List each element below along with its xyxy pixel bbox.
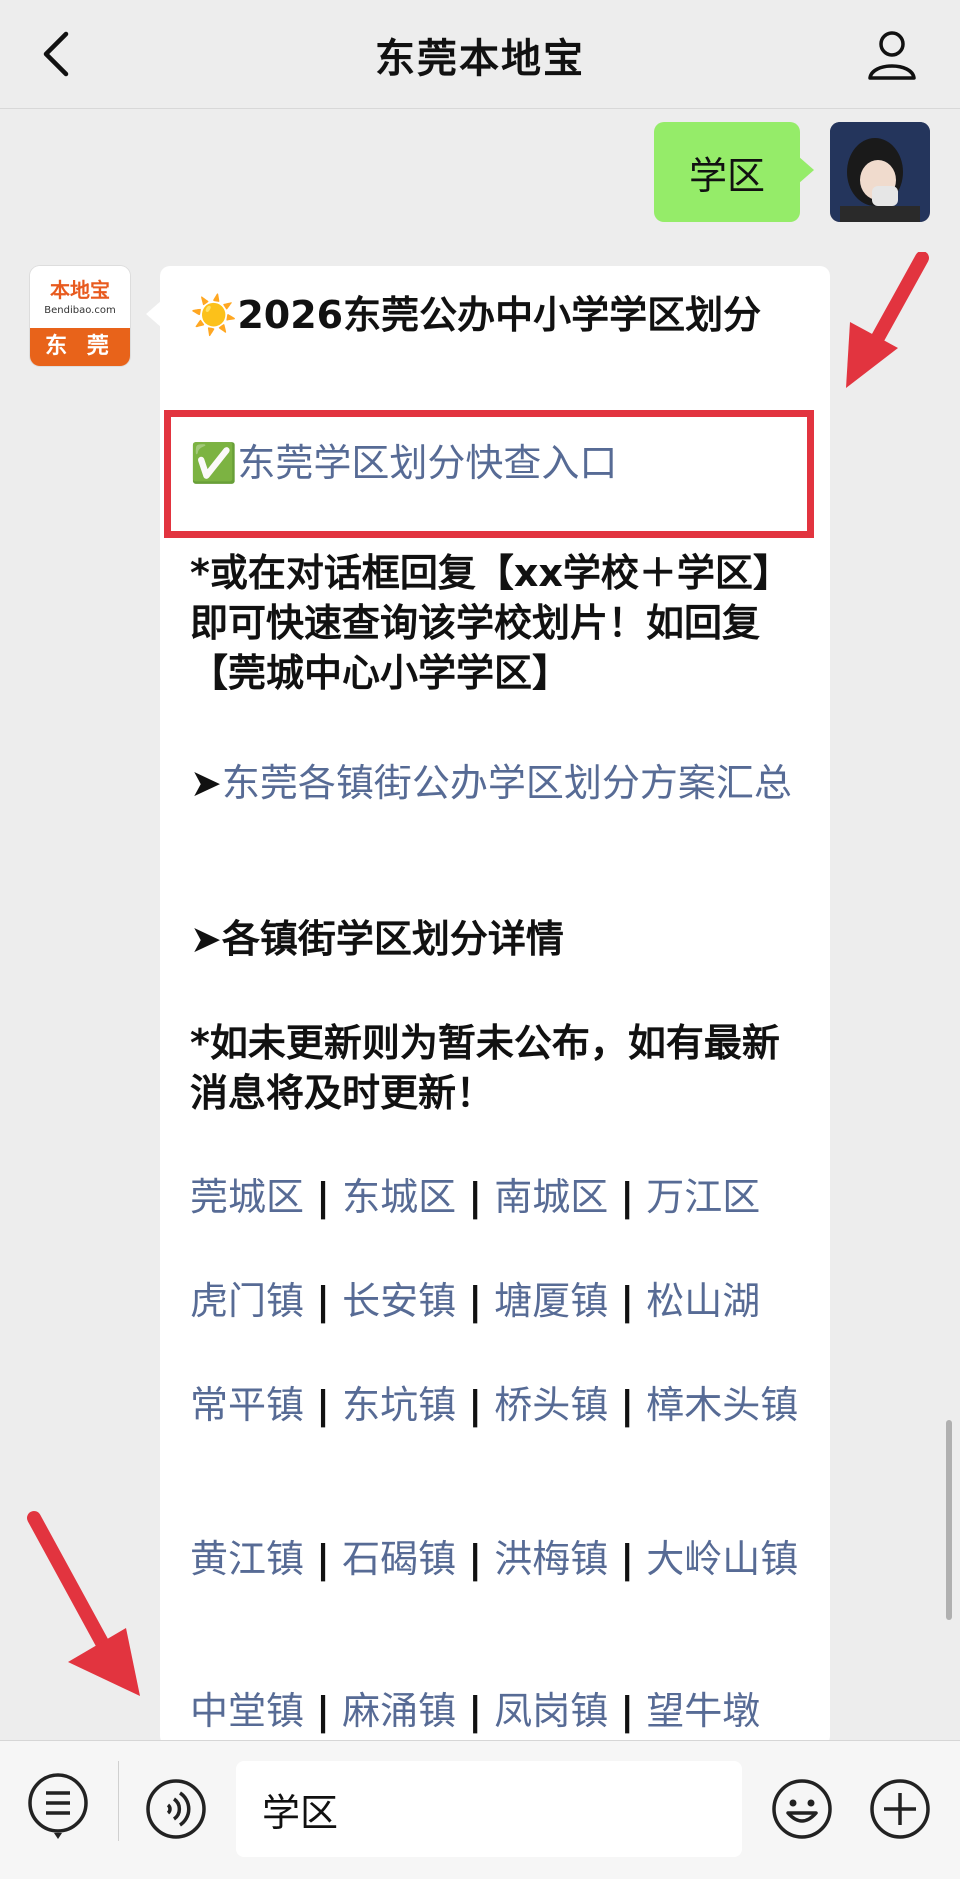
summary-row: ➤东莞各镇街公办学区划分方案汇总 [190, 758, 810, 808]
details-heading-row: ➤各镇街学区划分详情 [190, 914, 810, 964]
red-arrow-icon [846, 252, 929, 388]
area-row: 常平镇 | 东坑镇 | 桥头镇 | 樟木头镇 [190, 1380, 810, 1430]
input-bar: 学区 [0, 1740, 960, 1879]
separator: | [316, 1537, 330, 1581]
area-link[interactable]: 常平镇 [190, 1383, 304, 1427]
area-link[interactable]: 桥头镇 [494, 1383, 608, 1427]
avatar-logo-sub: Bendibao.com [44, 305, 116, 316]
area-link[interactable]: 东城区 [342, 1175, 456, 1219]
user-avatar[interactable] [830, 122, 930, 222]
arrow-bullet: ➤ [190, 761, 222, 805]
area-link[interactable]: 塘厦镇 [494, 1279, 608, 1323]
message-title: ☀️2026东莞公办中小学学区划分 [190, 290, 810, 340]
area-link[interactable]: 虎门镇 [190, 1279, 304, 1323]
avatar-city: 东 莞 [30, 328, 130, 366]
highlight-box [164, 410, 814, 538]
separator: | [620, 1175, 635, 1219]
arrow-bullet: ➤ [190, 917, 222, 961]
area-link[interactable]: 望牛墩 [646, 1689, 760, 1733]
message-title-text: 2026东莞公办中小学学区划分 [237, 293, 762, 337]
update-note: *如未更新则为暂未公布，如有最新消息将及时更新！ [190, 1021, 780, 1115]
emoji-icon[interactable] [770, 1777, 834, 1841]
separator: | [468, 1689, 483, 1733]
separator: | [316, 1279, 330, 1323]
user-avatar-photo [830, 122, 930, 222]
area-row: 虎门镇 | 长安镇 | 塘厦镇 | 松山湖 [190, 1276, 810, 1326]
separator: | [620, 1689, 635, 1733]
area-link[interactable]: 大岭山镇 [646, 1537, 798, 1581]
voice-icon[interactable] [144, 1777, 208, 1841]
summary-link[interactable]: 东莞各镇街公办学区划分方案汇总 [222, 761, 792, 805]
area-link[interactable]: 长安镇 [342, 1279, 456, 1323]
area-link[interactable]: 麻涌镇 [342, 1689, 456, 1733]
area-link[interactable]: 松山湖 [646, 1279, 760, 1323]
area-link[interactable]: 莞城区 [190, 1175, 304, 1219]
separator: | [468, 1383, 483, 1427]
avatar-logo-text: 本地宝 [50, 278, 110, 302]
red-arrow-icon [27, 1511, 140, 1696]
reply-tip: *或在对话框回复【xx学校＋学区】即可快速查询该学校划片！如回复【莞城中心小学学… [190, 551, 791, 695]
area-link[interactable]: 万江区 [646, 1175, 760, 1219]
account-avatar[interactable]: 本地宝 Bendibao.com 东 莞 [30, 266, 130, 366]
area-row: 中堂镇 | 麻涌镇 | 凤岗镇 | 望牛墩 [190, 1686, 810, 1736]
separator: | [468, 1537, 483, 1581]
bar-divider [118, 1761, 119, 1841]
message-input[interactable]: 学区 [236, 1761, 742, 1857]
sun-emoji: ☀️ [190, 293, 238, 337]
separator: | [316, 1383, 330, 1427]
area-link[interactable]: 南城区 [494, 1175, 608, 1219]
profile-icon[interactable] [864, 26, 920, 82]
menu-icon[interactable] [26, 1771, 90, 1841]
scrollbar[interactable] [946, 1420, 952, 1620]
area-row: 黄江镇 | 石碣镇 | 洪梅镇 | 大岭山镇 [190, 1534, 810, 1584]
page-title: 东莞本地宝 [375, 36, 585, 82]
area-link[interactable]: 中堂镇 [190, 1689, 304, 1733]
separator: | [316, 1175, 330, 1219]
area-link[interactable]: 樟木头镇 [646, 1383, 798, 1427]
area-row: 莞城区 | 东城区 | 南城区 | 万江区 [190, 1172, 810, 1222]
plus-icon[interactable] [868, 1777, 932, 1841]
separator: | [468, 1279, 483, 1323]
top-bar: 东莞本地宝 [0, 0, 960, 109]
area-link[interactable]: 石碣镇 [342, 1537, 456, 1581]
area-link[interactable]: 东坑镇 [342, 1383, 456, 1427]
area-link[interactable]: 凤岗镇 [494, 1689, 608, 1733]
separator: | [620, 1279, 635, 1323]
separator: | [620, 1383, 635, 1427]
area-link[interactable]: 黄江镇 [190, 1537, 304, 1581]
separator: | [620, 1537, 635, 1581]
separator: | [468, 1175, 483, 1219]
separator: | [316, 1689, 330, 1733]
user-message-bubble[interactable]: 学区 [654, 122, 814, 222]
details-heading: 各镇街学区划分详情 [221, 917, 564, 961]
area-link[interactable]: 洪梅镇 [494, 1537, 608, 1581]
